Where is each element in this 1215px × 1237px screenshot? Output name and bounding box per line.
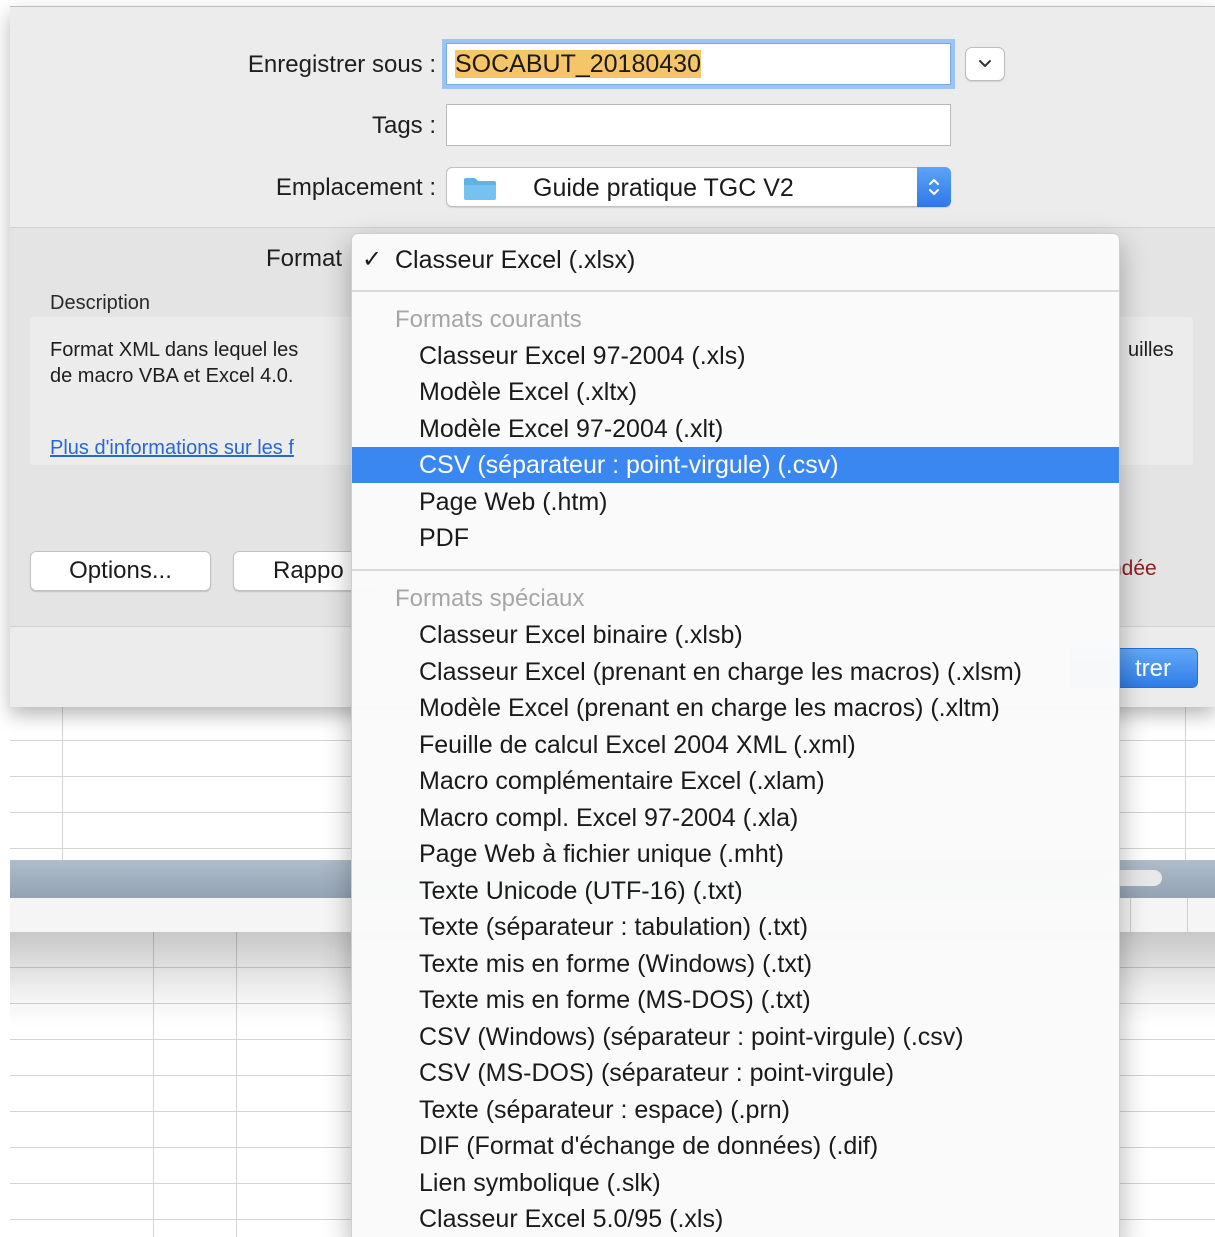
menu-separator <box>352 569 1119 571</box>
menu-item[interactable]: Modèle Excel 97-2004 (.xlt) <box>352 411 1119 447</box>
description-heading: Description <box>50 292 151 314</box>
menu-item-label: Classeur Excel (.xlsx) <box>395 246 636 274</box>
menu-item[interactable]: Classeur Excel (prenant en charge les ma… <box>352 654 1119 690</box>
menu-item[interactable]: Texte (séparateur : espace) (.prn) <box>352 1092 1119 1128</box>
format-label: Format <box>266 245 343 272</box>
format-dropdown-menu: ✓ Classeur Excel (.xlsx) Formats courant… <box>351 233 1120 1237</box>
menu-item[interactable]: DIF (Format d'échange de données) (.dif) <box>352 1128 1119 1164</box>
screen: Enregistrer sous : SOCABUT_20180430 Tags… <box>0 0 1215 1237</box>
up-down-stepper-icon <box>929 179 939 195</box>
location-stepper[interactable] <box>917 167 951 207</box>
menu-item-label: Lien symbolique (.slk) <box>419 1169 661 1197</box>
menu-item[interactable]: Classeur Excel binaire (.xlsb) <box>352 617 1119 653</box>
menu-item-label: Classeur Excel binaire (.xlsb) <box>419 621 743 649</box>
menu-item-label: Macro complémentaire Excel (.xlam) <box>419 767 825 795</box>
menu-item[interactable]: Classeur Excel 5.0/95 (.xls) <box>352 1201 1119 1237</box>
menu-item[interactable]: Feuille de calcul Excel 2004 XML (.xml) <box>352 727 1119 763</box>
menu-item-selected-format[interactable]: ✓ Classeur Excel (.xlsx) <box>352 242 1119 278</box>
menu-item-label: Texte (séparateur : tabulation) (.txt) <box>419 913 809 941</box>
menu-item-label: DIF (Format d'échange de données) (.dif) <box>419 1132 879 1160</box>
menu-item[interactable]: Macro complémentaire Excel (.xlam) <box>352 763 1119 799</box>
menu-item-label: Classeur Excel 97-2004 (.xls) <box>419 342 746 370</box>
menu-item[interactable]: Modèle Excel (.xltx) <box>352 374 1119 410</box>
location-value: Guide pratique TGC V2 <box>533 174 794 202</box>
menu-item[interactable]: Texte mis en forme (Windows) (.txt) <box>352 946 1119 982</box>
more-info-link[interactable]: Plus d'informations sur les f <box>50 435 294 461</box>
menu-item[interactable]: Classeur Excel 97-2004 (.xls) <box>352 338 1119 374</box>
menu-item-label: Macro compl. Excel 97-2004 (.xla) <box>419 804 799 832</box>
menu-item[interactable]: Page Web à fichier unique (.mht) <box>352 836 1119 872</box>
menu-item[interactable]: Page Web (.htm) <box>352 484 1119 520</box>
menu-item[interactable]: Texte Unicode (UTF-16) (.txt) <box>352 873 1119 909</box>
folder-icon <box>464 178 496 200</box>
menu-item-label: Texte (séparateur : espace) (.prn) <box>419 1096 790 1124</box>
menu-group-header-common: Formats courants <box>395 306 582 333</box>
menu-item-label: CSV (MS-DOS) (séparateur : point-virgule… <box>419 1059 895 1087</box>
menu-item-label: CSV (Windows) (séparateur : point-virgul… <box>419 1023 964 1051</box>
menu-item-label: Modèle Excel (.xltx) <box>419 378 638 406</box>
menu-item-label: CSV (séparateur : point-virgule) (.csv) <box>419 451 839 479</box>
expand-dialog-button[interactable] <box>965 47 1005 81</box>
location-label: Emplacement : <box>275 174 436 201</box>
menu-item-label: Texte Unicode (UTF-16) (.txt) <box>419 877 743 905</box>
menu-item-label: Texte mis en forme (Windows) (.txt) <box>419 950 813 978</box>
menu-item[interactable]: Lien symbolique (.slk) <box>352 1165 1119 1201</box>
menu-group-header-special: Formats spéciaux <box>395 585 585 612</box>
menu-item[interactable]: Modèle Excel (prenant en charge les macr… <box>352 690 1119 726</box>
menu-item-label: Modèle Excel 97-2004 (.xlt) <box>419 415 724 443</box>
menu-item[interactable]: CSV (MS-DOS) (séparateur : point-virgule… <box>352 1055 1119 1091</box>
menu-item-label: Modèle Excel (prenant en charge les macr… <box>419 694 1000 722</box>
menu-item[interactable]: Texte (séparateur : tabulation) (.txt) <box>352 909 1119 945</box>
location-popup[interactable]: Guide pratique TGC V2 <box>446 167 951 207</box>
menu-item[interactable]: Texte mis en forme (MS-DOS) (.txt) <box>352 982 1119 1018</box>
menu-item[interactable]: Macro compl. Excel 97-2004 (.xla) <box>352 800 1119 836</box>
options-button[interactable]: Options... <box>30 551 211 591</box>
menu-item-label: Classeur Excel (prenant en charge les ma… <box>419 658 1022 686</box>
menu-separator <box>352 290 1119 292</box>
description-text-right: uilles <box>1128 339 1174 361</box>
menu-item-label: Page Web à fichier unique (.mht) <box>419 840 785 868</box>
tags-input[interactable] <box>446 104 951 146</box>
menu-item-label: Page Web (.htm) <box>419 488 608 516</box>
menu-item-label: Feuille de calcul Excel 2004 XML (.xml) <box>419 731 856 759</box>
checkmark-icon: ✓ <box>362 246 383 273</box>
tags-label: Tags : <box>371 112 436 139</box>
menu-item-highlighted[interactable]: CSV (séparateur : point-virgule) (.csv) <box>352 447 1119 483</box>
chevron-down-icon <box>979 60 991 67</box>
menu-item-label: PDF <box>419 524 469 552</box>
menu-item[interactable]: PDF <box>352 520 1119 556</box>
menu-item-label: Texte mis en forme (MS-DOS) (.txt) <box>419 986 811 1014</box>
save-as-selected-text: SOCABUT_20180430 <box>455 50 701 78</box>
menu-item[interactable]: CSV (Windows) (séparateur : point-virgul… <box>352 1019 1119 1055</box>
menu-item-label: Classeur Excel 5.0/95 (.xls) <box>419 1205 724 1233</box>
save-as-label: Enregistrer sous : <box>247 51 436 78</box>
save-as-input[interactable]: SOCABUT_20180430 <box>446 43 951 85</box>
